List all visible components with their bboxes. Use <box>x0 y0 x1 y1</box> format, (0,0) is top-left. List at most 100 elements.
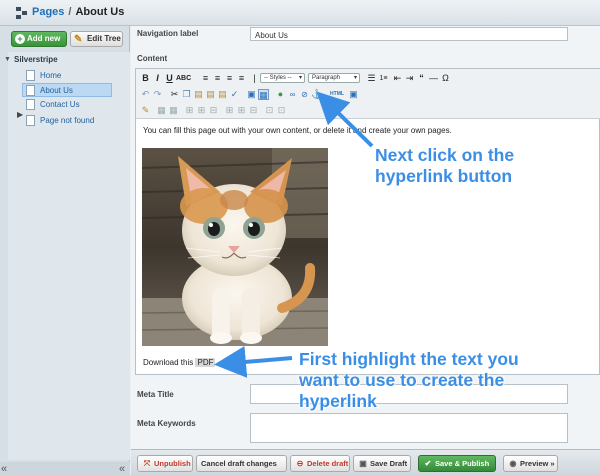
expand-arrow-icon[interactable]: ▶ <box>17 110 23 119</box>
hyperlink-callout-line: Next click on the <box>375 145 515 165</box>
content-editor[interactable]: B I U ABC ≡ ≡ ≡ ≡ | -- Styles -- ▾ Paragr… <box>135 68 600 375</box>
blockquote-icon[interactable]: “ <box>416 73 427 84</box>
highlight-callout-line: hyperlink <box>299 391 377 411</box>
top-header: Pages / About Us <box>0 0 600 26</box>
unlink-icon[interactable]: ⊘ <box>299 89 310 100</box>
save-draft-button[interactable]: ▣ Save Draft <box>353 455 411 472</box>
col-before-icon[interactable]: ⊞ <box>224 105 235 116</box>
highlight-callout: First highlight the text you want to use… <box>299 349 519 412</box>
delete-row-icon[interactable]: ⊟ <box>208 105 219 116</box>
tree-item-label: About Us <box>40 86 73 95</box>
page-icon <box>26 115 35 126</box>
tree-item-contact-us[interactable]: Contact Us <box>26 98 126 112</box>
split-cells-icon[interactable]: ⊡ <box>276 105 287 116</box>
outdent-icon[interactable]: ⇤ <box>392 73 403 84</box>
highlight-callout-line: First highlight the text you <box>299 349 519 369</box>
strikethrough-button[interactable]: ABC <box>176 73 191 84</box>
col-after-icon[interactable]: ⊞ <box>236 105 247 116</box>
align-left-icon[interactable]: ≡ <box>200 73 211 84</box>
align-center-icon[interactable]: ≡ <box>212 73 223 84</box>
delete-draft-button[interactable]: ⊖ Delete draft <box>290 455 350 472</box>
insert-media-icon[interactable]: ▦ <box>258 89 269 100</box>
undo-icon[interactable]: ↶ <box>140 89 151 100</box>
styles-select[interactable]: -- Styles -- ▾ <box>260 73 305 83</box>
preview-button[interactable]: ◉ Preview » <box>503 455 558 472</box>
add-new-label: Add new <box>27 34 61 43</box>
paste-word-icon[interactable]: ▤ <box>217 89 228 100</box>
add-new-button[interactable]: + Add new <box>11 31 67 47</box>
unpublish-button[interactable]: ⤧ Unpublish <box>137 455 193 472</box>
tree-item-label: Home <box>40 71 62 80</box>
insert-flash-icon[interactable]: ● <box>275 89 286 100</box>
horizontal-rule-icon[interactable]: — <box>428 73 439 84</box>
page-icon <box>26 70 35 81</box>
row-before-icon[interactable]: ⊞ <box>184 105 195 116</box>
bold-button[interactable]: B <box>140 73 151 84</box>
delete-draft-label: Delete draft <box>307 459 349 468</box>
table-icon[interactable]: ▦ <box>156 105 167 116</box>
hyperlink-callout-line: hyperlink button <box>375 166 513 186</box>
delete-col-icon[interactable]: ⊟ <box>248 105 259 116</box>
save-icon: ▣ <box>359 459 367 468</box>
numbered-list-icon[interactable]: 1≡ <box>378 73 389 84</box>
editor-toolbar: B I U ABC ≡ ≡ ≡ ≡ | -- Styles -- ▾ Paragr… <box>136 69 600 119</box>
redo-icon[interactable]: ↷ <box>152 89 163 100</box>
tree-item-page-not-found[interactable]: Page not found <box>26 114 126 128</box>
edit-icon[interactable]: ✎ <box>140 105 151 116</box>
cancel-draft-button[interactable]: Cancel draft changes <box>196 455 287 472</box>
indent-icon[interactable]: ⇥ <box>404 73 415 84</box>
breadcrumb: Pages / About Us <box>32 6 124 18</box>
save-publish-button[interactable]: ✔ Save & Publish <box>418 455 496 472</box>
sidebar-footer <box>0 462 130 475</box>
tree-root-label[interactable]: Silverstripe <box>14 55 58 64</box>
site-tree-icon <box>16 7 28 19</box>
pdf-selected-text[interactable]: PDF <box>195 358 216 367</box>
tree-item-label: Page not found <box>40 116 95 125</box>
paste-text-icon[interactable]: ▤ <box>205 89 216 100</box>
anchor-icon[interactable]: ⚓ <box>311 89 322 100</box>
tree-root-toggle-icon[interactable]: ▼ <box>4 56 11 63</box>
kitten-photo <box>142 148 328 346</box>
save-draft-label: Save Draft <box>370 459 408 468</box>
collapse-sidebar-icon[interactable]: « <box>1 463 7 475</box>
navigation-label-input[interactable]: About Us <box>250 27 568 41</box>
edit-tree-button[interactable]: ✎ Edit Tree <box>70 31 123 47</box>
italic-button[interactable]: I <box>152 73 163 84</box>
cancel-draft-label: Cancel draft changes <box>201 459 277 468</box>
meta-keywords-label: Meta Keywords <box>137 419 196 428</box>
unpublish-icon: ⤧ <box>143 459 151 468</box>
chevron-down-icon: ▾ <box>298 75 302 81</box>
merge-cells-icon[interactable]: ⊡ <box>264 105 275 116</box>
fullscreen-icon[interactable]: ▣ <box>348 89 359 100</box>
tree-item-about-us[interactable]: About Us <box>22 83 112 97</box>
row-after-icon[interactable]: ⊞ <box>196 105 207 116</box>
chevron-down-icon: ▾ <box>353 75 357 81</box>
insert-image-icon[interactable]: ▣ <box>246 89 257 100</box>
bullet-list-icon[interactable]: ☰ <box>366 73 377 84</box>
edit-tree-label: Edit Tree <box>87 34 121 43</box>
download-paragraph[interactable]: Download this PDF. <box>143 358 218 367</box>
download-prefix: Download this <box>143 358 196 367</box>
kitten-image[interactable] <box>142 148 328 346</box>
editor-paragraph[interactable]: You can fill this page out with your own… <box>143 126 452 135</box>
format-select[interactable]: Paragraph ▾ <box>308 73 360 83</box>
preview-label: Preview » <box>520 459 555 468</box>
special-character-icon[interactable]: Ω <box>440 73 451 84</box>
preview-icon: ◉ <box>509 459 517 468</box>
html-source-button[interactable]: HTML <box>329 89 345 100</box>
align-right-icon[interactable]: ≡ <box>224 73 235 84</box>
breadcrumb-separator: / <box>68 6 72 18</box>
breadcrumb-pages-link[interactable]: Pages <box>32 6 64 18</box>
table-props-icon[interactable]: ▦ <box>168 105 179 116</box>
align-justify-icon[interactable]: ≡ <box>236 73 247 84</box>
collapse-panel-icon[interactable]: « <box>119 463 125 475</box>
hyperlink-icon[interactable]: ∞ <box>287 89 298 100</box>
underline-button[interactable]: U <box>164 73 175 84</box>
meta-keywords-input[interactable] <box>250 413 568 443</box>
save-publish-label: Save & Publish <box>435 459 490 468</box>
cut-icon[interactable]: ✂ <box>169 89 180 100</box>
paste-icon[interactable]: ▤ <box>193 89 204 100</box>
copy-icon[interactable]: ❐ <box>181 89 192 100</box>
tree-item-home[interactable]: Home <box>26 69 126 83</box>
spellcheck-icon[interactable]: ✓ <box>229 89 240 100</box>
